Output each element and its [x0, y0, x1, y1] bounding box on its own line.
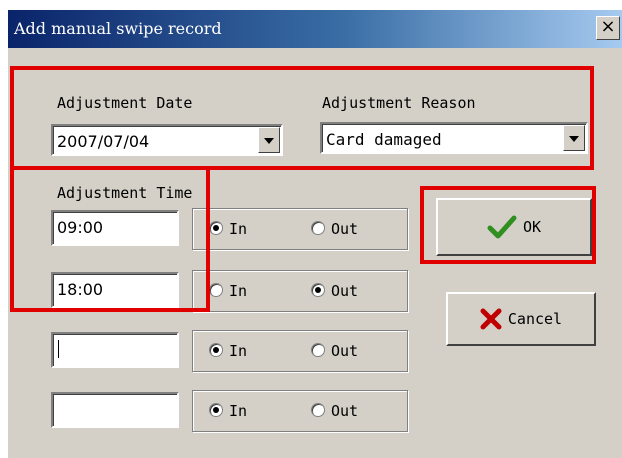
highlight-box-ok: [420, 186, 596, 264]
in-out-group-2: In Out: [192, 270, 408, 312]
title-bar[interactable]: Add manual swipe record ×: [8, 10, 622, 48]
text-cursor: [58, 340, 59, 358]
highlight-box-time: [10, 166, 210, 312]
in-out-group-4: In Out: [192, 390, 408, 432]
cancel-button[interactable]: Cancel: [446, 292, 596, 346]
cancel-x-icon: [480, 308, 502, 330]
radio-selected-icon: [209, 403, 223, 417]
time-input-4[interactable]: [51, 392, 179, 428]
radio-in-1[interactable]: In: [209, 220, 247, 238]
radio-empty-icon: [209, 283, 223, 297]
radio-selected-icon: [209, 343, 223, 357]
radio-out-1[interactable]: Out: [311, 220, 358, 238]
radio-out-3[interactable]: Out: [311, 342, 358, 360]
radio-in-4[interactable]: In: [209, 402, 247, 420]
radio-selected-icon: [209, 221, 223, 235]
radio-out-4[interactable]: Out: [311, 402, 358, 420]
radio-empty-icon: [311, 343, 325, 357]
in-out-group-3: In Out: [192, 330, 408, 372]
highlight-box-date-reason: [10, 66, 594, 170]
time-input-3[interactable]: [51, 332, 179, 368]
radio-out-2[interactable]: Out: [311, 282, 358, 300]
window-title: Add manual swipe record: [14, 19, 222, 38]
close-button[interactable]: ×: [596, 16, 620, 40]
radio-empty-icon: [311, 403, 325, 417]
radio-selected-icon: [311, 283, 325, 297]
radio-in-3[interactable]: In: [209, 342, 247, 360]
radio-in-2[interactable]: In: [209, 282, 247, 300]
radio-empty-icon: [311, 221, 325, 235]
in-out-group-1: In Out: [192, 208, 408, 250]
close-icon: ×: [600, 16, 616, 37]
cancel-label: Cancel: [507, 310, 563, 328]
